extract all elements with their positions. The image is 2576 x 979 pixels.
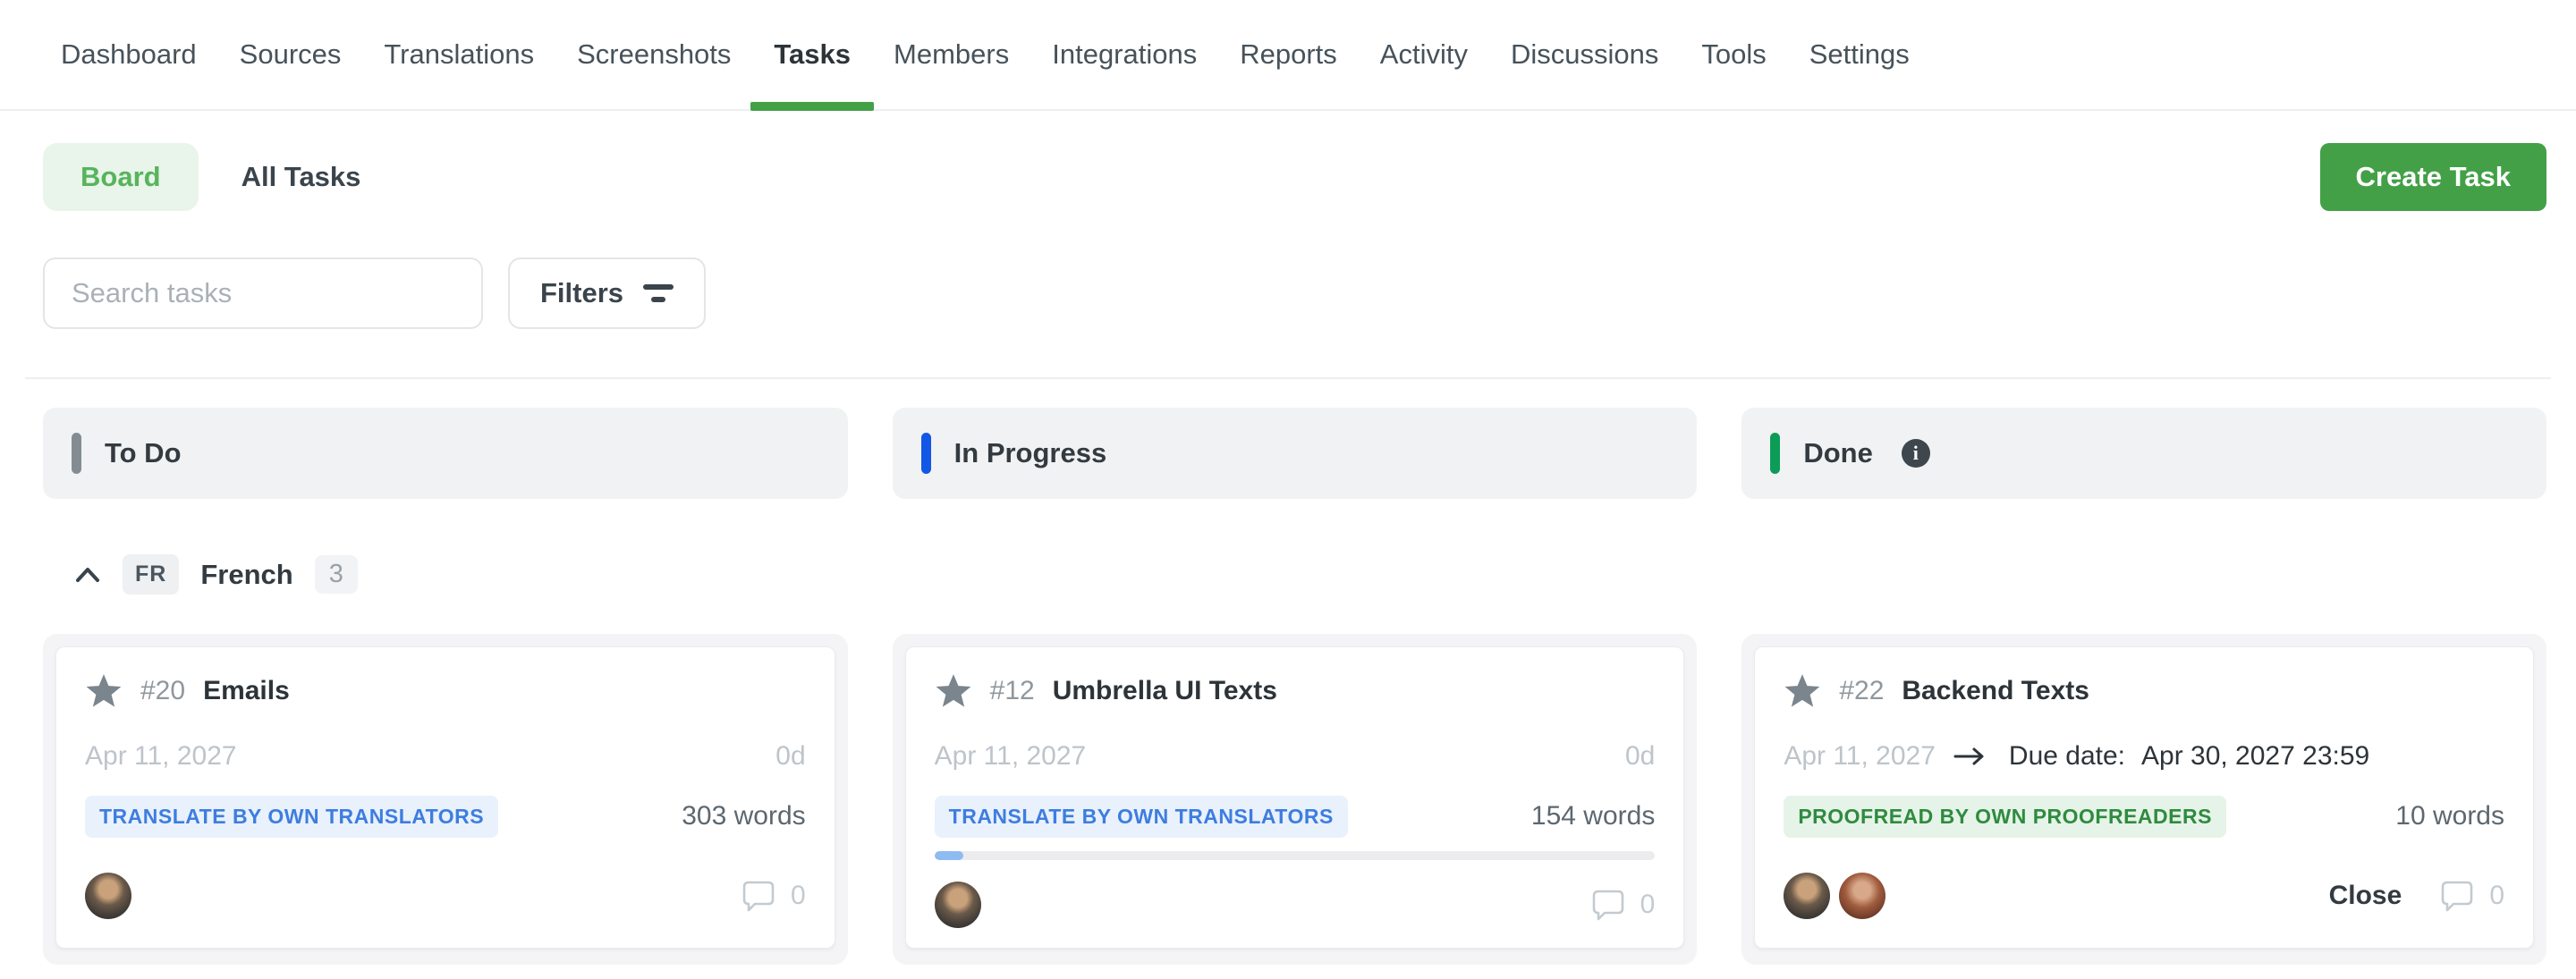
task-days-left: 0d [1625,741,1655,772]
task-id: #20 [140,676,185,706]
filters-button[interactable]: Filters [508,257,706,329]
card-footer: 0 [85,873,806,919]
avatar[interactable] [85,873,131,919]
language-name: French [200,559,292,591]
assignee-avatars [85,873,131,919]
card-title-row: #22 Backend Texts [1784,672,2504,710]
search-input[interactable] [43,257,483,329]
view-toolbar: Board All Tasks Create Task [0,143,2576,211]
tab-board[interactable]: Board [43,143,199,211]
card-badge-row: PROOFREAD BY OWN PROOFREADERS 10 words [1784,796,2504,837]
avatar[interactable] [935,882,981,928]
comment-icon[interactable] [741,878,776,914]
nav-item-tasks[interactable]: Tasks [774,0,851,109]
close-task-link[interactable]: Close [2329,881,2402,911]
nav-item-translations[interactable]: Translations [384,0,534,109]
column-label: To Do [105,437,182,469]
column-label: In Progress [954,437,1107,469]
comment-icon[interactable] [1590,887,1626,923]
create-task-button[interactable]: Create Task [2320,143,2546,211]
assignee-avatars [1784,873,1885,919]
chevron-up-icon[interactable] [74,565,101,585]
task-date: Apr 11, 2027 [935,741,1087,772]
board-lanes: #20 Emails Apr 11, 2027 0d TRANSLATE BY … [0,634,2576,965]
search-row: Filters [0,257,2576,329]
card-badge-row: TRANSLATE BY OWN TRANSLATORS 303 words [85,796,806,837]
arrow-right-icon [1952,745,1987,768]
card-footer: Close 0 [1784,873,2504,919]
info-icon[interactable]: i [1902,439,1930,468]
nav-item-screenshots[interactable]: Screenshots [577,0,731,109]
word-count: 303 words [682,801,805,831]
column-header-in-progress[interactable]: In Progress [893,408,1698,499]
nav-item-activity[interactable]: Activity [1380,0,1468,109]
avatar[interactable] [1839,873,1885,919]
word-count: 154 words [1531,801,1655,831]
nav-item-settings[interactable]: Settings [1809,0,1910,109]
star-icon[interactable] [935,672,972,710]
task-card[interactable]: #20 Emails Apr 11, 2027 0d TRANSLATE BY … [55,646,835,949]
done-marker [1770,433,1780,474]
nav-item-members[interactable]: Members [894,0,1009,109]
task-count-badge: 3 [315,555,358,594]
filter-icon [643,284,674,302]
task-type-badge: PROOFREAD BY OWN PROOFREADERS [1784,796,2226,838]
card-date-row: Apr 11, 2027 Due date: Apr 30, 2027 23:5… [1784,742,2504,771]
nav-item-dashboard[interactable]: Dashboard [61,0,197,109]
avatar[interactable] [1784,873,1830,919]
filters-button-label: Filters [540,277,623,309]
top-navigation: Dashboard Sources Translations Screensho… [0,0,2576,111]
task-type-badge: TRANSLATE BY OWN TRANSLATORS [935,796,1348,838]
card-title-row: #20 Emails [85,672,806,710]
lane-in-progress: #12 Umbrella UI Texts Apr 11, 2027 0d TR… [893,634,1698,965]
star-icon[interactable] [85,672,123,710]
nav-item-reports[interactable]: Reports [1240,0,1337,109]
task-id: #12 [990,676,1035,706]
column-label: Done [1803,437,1873,469]
column-header-todo[interactable]: To Do [43,408,848,499]
card-date-row: Apr 11, 2027 0d [85,742,806,771]
due-date-value: Apr 30, 2027 23:59 [2141,741,2369,772]
lane-done: #22 Backend Texts Apr 11, 2027 Due date:… [1741,634,2546,965]
assignee-avatars [935,882,981,928]
in-progress-marker [921,433,931,474]
task-type-badge: TRANSLATE BY OWN TRANSLATORS [85,796,498,838]
due-date-label: Due date: [2009,741,2125,772]
comment-icon[interactable] [2439,878,2475,914]
card-date-row: Apr 11, 2027 0d [935,742,1656,771]
nav-item-tools[interactable]: Tools [1701,0,1766,109]
board-column-headers: To Do In Progress Done i [0,408,2576,499]
card-title-row: #12 Umbrella UI Texts [935,672,1656,710]
comment-count: 0 [791,881,806,911]
comment-count: 0 [2489,881,2504,911]
task-id: #22 [1839,676,1884,706]
task-card[interactable]: #22 Backend Texts Apr 11, 2027 Due date:… [1754,646,2534,949]
task-title: Umbrella UI Texts [1053,676,1277,706]
comment-count: 0 [1640,890,1656,920]
task-date: Apr 11, 2027 [1784,741,1936,772]
todo-marker [72,433,81,474]
language-code-badge: FR [123,554,179,595]
task-date: Apr 11, 2027 [85,741,237,772]
task-title: Emails [203,676,290,706]
column-header-done[interactable]: Done i [1741,408,2546,499]
language-group-row: FR French 3 [0,554,2576,595]
nav-item-integrations[interactable]: Integrations [1052,0,1197,109]
tab-all-tasks[interactable]: All Tasks [242,161,361,193]
task-title: Backend Texts [1902,676,2089,706]
task-card[interactable]: #12 Umbrella UI Texts Apr 11, 2027 0d TR… [905,646,1685,949]
nav-item-discussions[interactable]: Discussions [1511,0,1658,109]
nav-item-sources[interactable]: Sources [240,0,342,109]
word-count: 10 words [2395,801,2504,831]
progress-bar [935,851,1656,860]
lane-todo: #20 Emails Apr 11, 2027 0d TRANSLATE BY … [43,634,848,965]
section-divider [25,377,2551,379]
progress-fill [935,851,963,860]
task-days-left: 0d [775,741,805,772]
card-badge-row: TRANSLATE BY OWN TRANSLATORS 154 words [935,796,1656,837]
card-footer: 0 [935,882,1656,928]
star-icon[interactable] [1784,672,1821,710]
